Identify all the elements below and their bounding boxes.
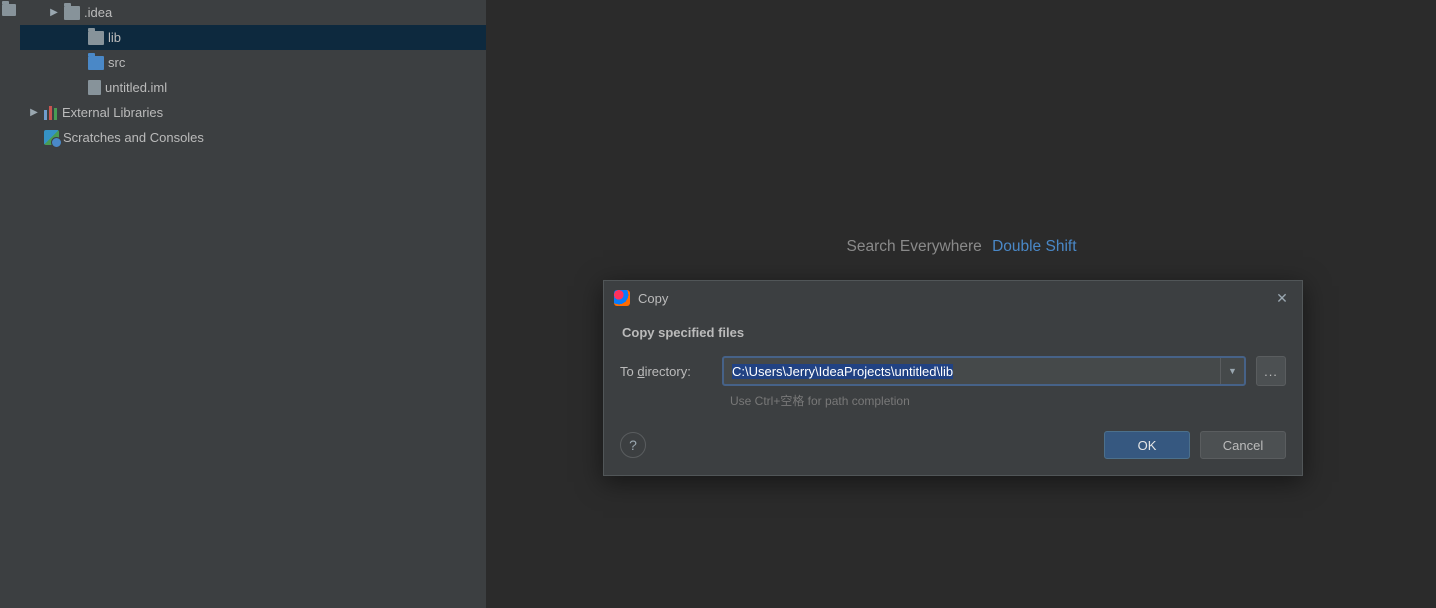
- ok-button[interactable]: OK: [1104, 431, 1190, 459]
- tree-label: Scratches and Consoles: [63, 130, 204, 145]
- search-everywhere-hint: Search Everywhere Double Shift: [487, 238, 1436, 256]
- dialog-body: Copy specified files To directory: ▼ ...…: [604, 315, 1302, 417]
- scratches-icon: [44, 130, 59, 145]
- tree-label: untitled.iml: [105, 80, 167, 95]
- directory-field-row: To directory: ▼ ...: [620, 356, 1286, 386]
- project-tree: ▶ .idea ▶ lib ▶ src ▶ untitled.iml ▶ Ext…: [20, 0, 486, 150]
- directory-input[interactable]: [724, 358, 1220, 384]
- copy-dialog: Copy ✕ Copy specified files To directory…: [603, 280, 1303, 476]
- project-root-icon: [2, 4, 16, 16]
- directory-label: To directory:: [620, 364, 712, 379]
- source-folder-icon: [88, 56, 104, 70]
- help-button[interactable]: ?: [620, 432, 646, 458]
- project-sidebar: ▶ .idea ▶ lib ▶ src ▶ untitled.iml ▶ Ext…: [0, 0, 487, 608]
- tree-label: .idea: [84, 5, 112, 20]
- libraries-icon: [44, 106, 58, 120]
- dialog-footer: ? OK Cancel: [604, 417, 1302, 475]
- label-mnemonic: d: [637, 364, 644, 379]
- sidebar-gutter: [0, 0, 20, 608]
- tree-item-scratches[interactable]: ▶ Scratches and Consoles: [20, 125, 486, 150]
- dialog-subtitle: Copy specified files: [622, 325, 1286, 340]
- browse-button[interactable]: ...: [1256, 356, 1286, 386]
- folder-icon: [88, 31, 104, 45]
- dialog-title: Copy: [638, 291, 1264, 306]
- tree-item-src[interactable]: ▶ src: [20, 50, 486, 75]
- tree-item-lib[interactable]: ▶ lib: [20, 25, 486, 50]
- chevron-right-icon[interactable]: ▶: [28, 107, 40, 118]
- tree-label: src: [108, 55, 125, 70]
- label-pre: To: [620, 364, 637, 379]
- hint-label: Search Everywhere: [846, 238, 981, 255]
- cancel-button[interactable]: Cancel: [1200, 431, 1286, 459]
- label-post: irectory:: [645, 364, 691, 379]
- intellij-icon: [614, 290, 630, 306]
- tree-item-iml[interactable]: ▶ untitled.iml: [20, 75, 486, 100]
- module-file-icon: [88, 80, 101, 95]
- dialog-titlebar[interactable]: Copy ✕: [604, 281, 1302, 315]
- hint-key: Double Shift: [992, 238, 1076, 255]
- tree-label: External Libraries: [62, 105, 163, 120]
- tree-label: lib: [108, 30, 121, 45]
- dropdown-icon[interactable]: ▼: [1220, 358, 1244, 384]
- tree-item-idea[interactable]: ▶ .idea: [20, 0, 486, 25]
- path-completion-hint: Use Ctrl+空格 for path completion: [730, 392, 1286, 409]
- folder-icon: [64, 6, 80, 20]
- close-icon[interactable]: ✕: [1272, 288, 1292, 308]
- directory-combobox[interactable]: ▼: [722, 356, 1246, 386]
- chevron-right-icon[interactable]: ▶: [48, 7, 60, 18]
- tree-item-external-libraries[interactable]: ▶ External Libraries: [20, 100, 486, 125]
